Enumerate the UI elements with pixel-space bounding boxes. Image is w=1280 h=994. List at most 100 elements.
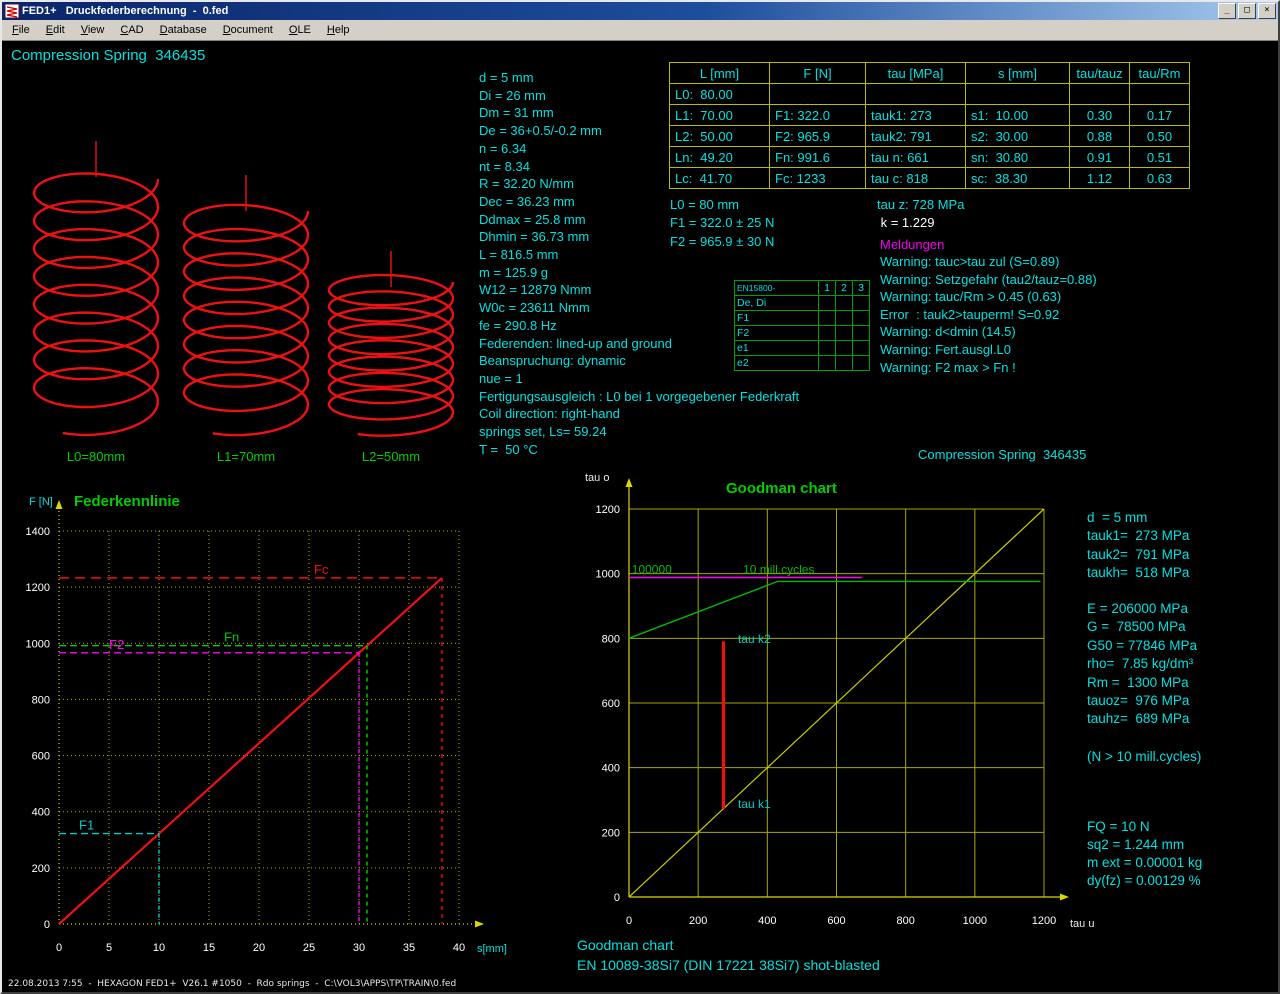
svg-text:200: 200 bbox=[32, 863, 50, 875]
en-table-row: F2 bbox=[735, 326, 870, 341]
svg-text:1200: 1200 bbox=[1032, 915, 1056, 927]
svg-text:tau u: tau u bbox=[1070, 918, 1094, 930]
warnings-line: Error : tauk2>tauperm! S=0.92 bbox=[880, 306, 1097, 324]
svg-text:800: 800 bbox=[32, 694, 50, 706]
table-cell: L [mm] bbox=[670, 63, 770, 84]
svg-text:600: 600 bbox=[602, 698, 620, 710]
tau-z-value: tau z: 728 MPa bbox=[877, 196, 964, 214]
mat-extras-line: m ext = 0.00001 kg bbox=[1087, 854, 1202, 872]
mat-stress-line: d = 5 mm bbox=[1087, 509, 1189, 527]
menu-item-cad[interactable]: CAD bbox=[112, 21, 151, 39]
material-cycles-note: (N > 10 mill.cycles) bbox=[1087, 748, 1201, 766]
table-cell: tauk2: 791 bbox=[866, 126, 966, 147]
table-cell: sn: 30.80 bbox=[966, 147, 1070, 168]
table-cell: tau [MPa] bbox=[866, 63, 966, 84]
warnings-line: Warning: tauc/Rm > 0.45 (0.63) bbox=[880, 288, 1097, 306]
en-table-cell bbox=[819, 356, 836, 371]
table-cell: s2: 30.00 bbox=[966, 126, 1070, 147]
menu-item-document[interactable]: Document bbox=[215, 21, 281, 39]
menu-item-edit[interactable]: Edit bbox=[38, 21, 73, 39]
status-bar: 22.08.2013 7:55 - HEXAGON FED1+ V26.1 #1… bbox=[2, 977, 1278, 992]
table-cell bbox=[966, 84, 1070, 105]
footer-chart-name: Goodman chart bbox=[577, 937, 674, 955]
en-table-label: e2 bbox=[735, 356, 819, 371]
en-table-title: EN15800- bbox=[735, 281, 819, 296]
menu-item-view[interactable]: View bbox=[73, 21, 113, 39]
svg-text:1200: 1200 bbox=[26, 582, 50, 594]
goodman-chart: 0200400600800100012000200400600800100012… bbox=[585, 472, 1094, 930]
svg-text:Fn: Fn bbox=[224, 630, 239, 645]
table-cell bbox=[1070, 84, 1130, 105]
parameters-line: springs set, Ls= 59.24 bbox=[479, 423, 799, 441]
en-table-cell bbox=[853, 341, 870, 356]
mat-extras-line: dy(fz) = 0.00129 % bbox=[1087, 872, 1202, 890]
svg-text:15: 15 bbox=[203, 942, 215, 954]
table-cell: F2: 965.9 bbox=[770, 126, 866, 147]
table-cell: tau/Rm bbox=[1130, 63, 1190, 84]
table-cell: 0.30 bbox=[1070, 105, 1130, 126]
maximize-button[interactable]: □ bbox=[1238, 3, 1256, 19]
menu-item-ole[interactable]: OLE bbox=[281, 21, 319, 39]
svg-text:40: 40 bbox=[453, 942, 465, 954]
mat-const-line: tauhz= 689 MPa bbox=[1087, 710, 1197, 728]
app-window: FED1+ Druckfederberechnung - 0.fed _ □ ×… bbox=[0, 0, 1280, 994]
en-table-cell bbox=[836, 326, 853, 341]
mat-const-line: E = 206000 MPa bbox=[1087, 600, 1197, 618]
app-icon bbox=[5, 4, 19, 18]
mat-stress-line: taukh= 518 MPa bbox=[1087, 564, 1189, 582]
mat-const-line: rho= 7.85 kg/dm³ bbox=[1087, 655, 1197, 673]
goodman-chart-title: Goodman chart bbox=[726, 480, 837, 498]
en-table-col: 2 bbox=[836, 281, 853, 296]
material-constants-list: E = 206000 MPaG = 78500 MPaG50 = 77846 M… bbox=[1087, 600, 1197, 729]
mat-const-line: tauoz= 976 MPa bbox=[1087, 692, 1197, 710]
material-stress-list: d = 5 mmtauk1= 273 MPatauk2= 791 MPatauk… bbox=[1087, 509, 1189, 583]
en-table-cell bbox=[853, 311, 870, 326]
svg-text:800: 800 bbox=[896, 915, 914, 927]
window-title: FED1+ Druckfederberechnung - 0.fed bbox=[22, 5, 1216, 17]
table-row: L1: 70.00F1: 322.0tauk1: 273s1: 10.000.3… bbox=[670, 105, 1190, 126]
material-extras-list: FQ = 10 Nsq2 = 1.244 mmm ext = 0.00001 k… bbox=[1087, 818, 1202, 890]
mat-const-line: G50 = 77846 MPa bbox=[1087, 637, 1197, 655]
menu-item-help[interactable]: Help bbox=[319, 21, 358, 39]
en-table-cell bbox=[853, 356, 870, 371]
svg-text:F1: F1 bbox=[79, 818, 94, 833]
table-cell: 0.91 bbox=[1070, 147, 1130, 168]
table-cell: 0.51 bbox=[1130, 147, 1190, 168]
svg-text:tau o: tau o bbox=[585, 472, 609, 484]
svg-text:F [N]: F [N] bbox=[29, 496, 53, 508]
client-area: L0=80mmL1=70mmL2=50mm0510152025303540020… bbox=[2, 41, 1278, 977]
svg-text:100000: 100000 bbox=[632, 563, 672, 577]
parameters-line: m = 125.9 g bbox=[479, 264, 799, 282]
loads-line: L0 = 80 mm bbox=[670, 196, 774, 214]
menu-item-file[interactable]: File bbox=[4, 21, 38, 39]
table-cell: tau n: 661 bbox=[866, 147, 966, 168]
en-table-cell bbox=[836, 296, 853, 311]
warnings-line: Warning: Setzgefahr (tau2/tauz=0.88) bbox=[880, 271, 1097, 289]
table-cell: 0.50 bbox=[1130, 126, 1190, 147]
en-table-cell bbox=[836, 341, 853, 356]
en-table-col: 1 bbox=[819, 281, 836, 296]
svg-text:10 mill.cycles: 10 mill.cycles bbox=[743, 563, 814, 577]
en-table-row: e1 bbox=[735, 341, 870, 356]
en-table-col: 3 bbox=[853, 281, 870, 296]
en-table-cell bbox=[819, 326, 836, 341]
svg-text:0: 0 bbox=[614, 892, 620, 904]
en-table-row: F1 bbox=[735, 311, 870, 326]
svg-text:F2: F2 bbox=[109, 637, 124, 652]
svg-text:600: 600 bbox=[827, 915, 845, 927]
en-table-cell bbox=[853, 296, 870, 311]
svg-text:0: 0 bbox=[626, 915, 632, 927]
en-table-cell bbox=[836, 311, 853, 326]
close-button[interactable]: × bbox=[1258, 3, 1276, 19]
table-cell: L2: 50.00 bbox=[670, 126, 770, 147]
minimize-button[interactable]: _ bbox=[1218, 3, 1236, 19]
messages-title: Meldungen bbox=[880, 236, 944, 254]
table-cell: Lc: 41.70 bbox=[670, 168, 770, 189]
title-bar[interactable]: FED1+ Druckfederberechnung - 0.fed _ □ × bbox=[2, 2, 1278, 20]
en-table-cell bbox=[819, 311, 836, 326]
table-cell: Fc: 1233 bbox=[770, 168, 866, 189]
mat-stress-line: tauk2= 791 MPa bbox=[1087, 546, 1189, 564]
menu-bar: FileEditViewCADDatabaseDocumentOLEHelp bbox=[2, 20, 1278, 41]
table-cell: L0: 80.00 bbox=[670, 84, 770, 105]
menu-item-database[interactable]: Database bbox=[152, 21, 215, 39]
